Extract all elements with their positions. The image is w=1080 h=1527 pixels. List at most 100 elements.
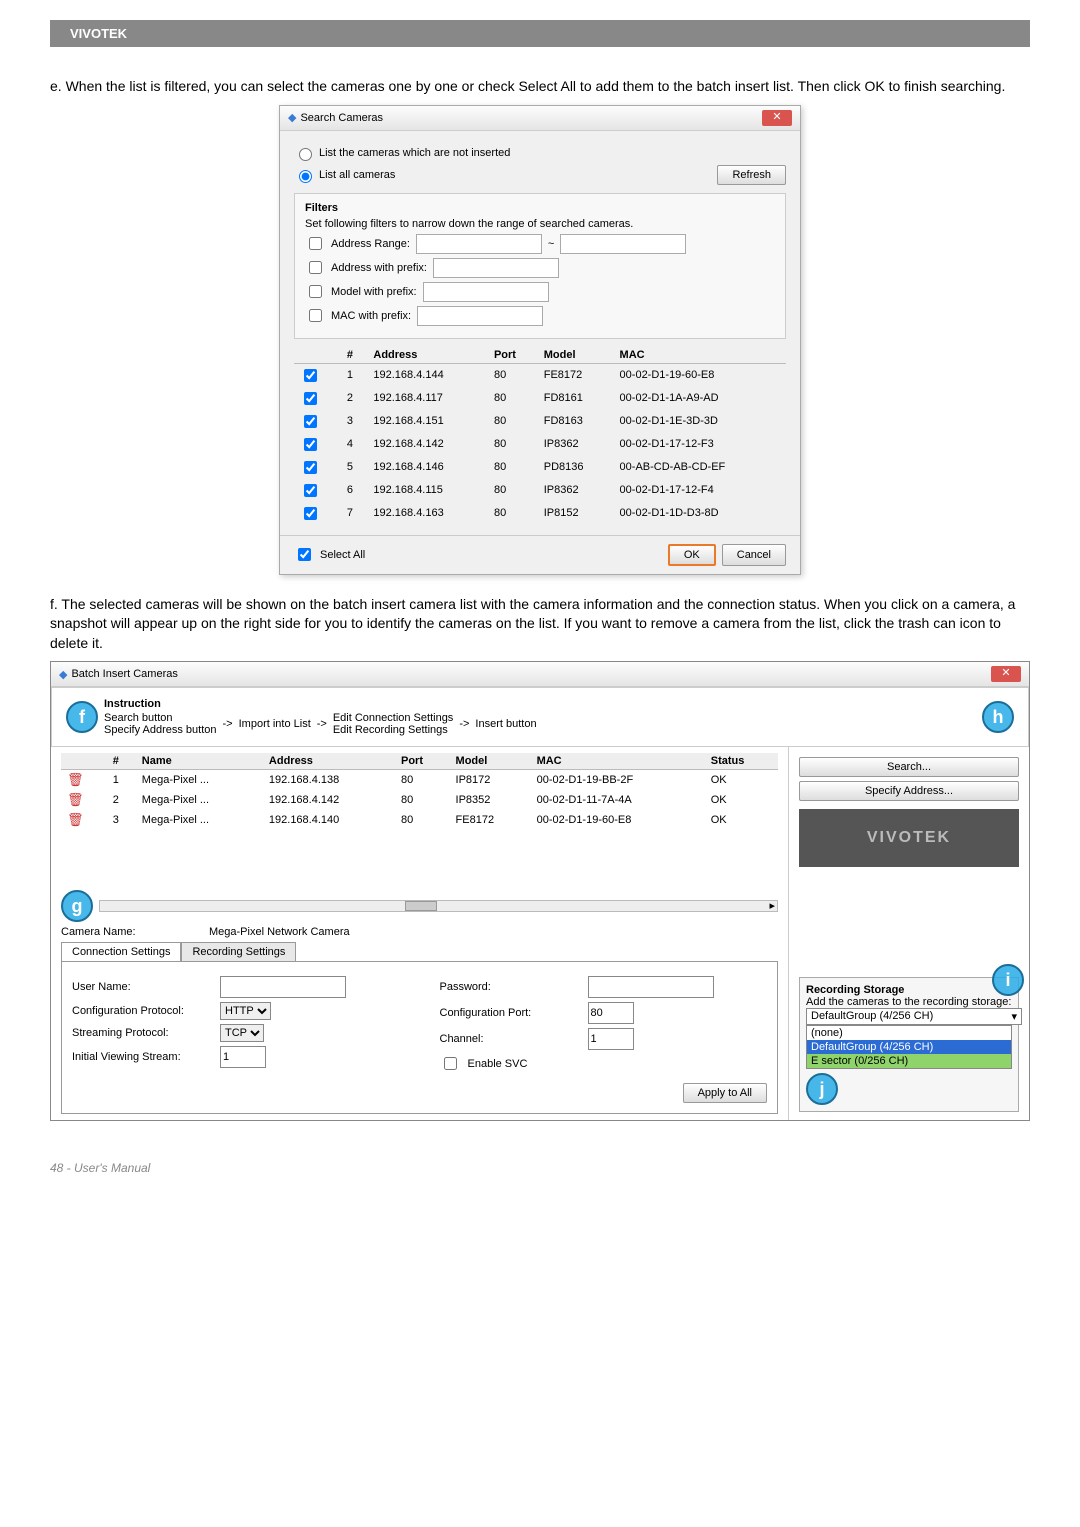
instruction-label: Instruction bbox=[104, 698, 976, 710]
cancel-button[interactable]: Cancel bbox=[722, 544, 786, 566]
password-field[interactable] bbox=[588, 976, 714, 998]
col-num: # bbox=[341, 347, 368, 364]
bcol-port: Port bbox=[395, 753, 450, 770]
stream-protocol-select[interactable]: TCP bbox=[220, 1024, 264, 1042]
filters-title: Filters bbox=[305, 202, 775, 214]
addr-range-to[interactable] bbox=[560, 234, 686, 254]
chk-enable-svc[interactable] bbox=[444, 1057, 457, 1070]
cameras-table: # Address Port Model MAC 1192.168.4.1448… bbox=[294, 347, 786, 525]
chk-address-prefix[interactable] bbox=[309, 261, 322, 274]
batch-insert-dialog: ◆ Batch Insert Cameras ✕ f Instruction S… bbox=[50, 661, 1030, 1121]
trash-icon[interactable]: 🗑 bbox=[67, 812, 84, 827]
radio-all-label: List all cameras bbox=[319, 169, 395, 181]
storage-option[interactable]: E sector (0/256 CH) bbox=[807, 1054, 1011, 1068]
flow-edit-conn: Edit Connection Settings bbox=[333, 712, 453, 724]
close-icon[interactable]: ✕ bbox=[991, 666, 1021, 682]
table-row[interactable]: 🗑1Mega-Pixel ...192.168.4.13880IP817200-… bbox=[61, 770, 778, 791]
chk-mac-prefix[interactable] bbox=[309, 309, 322, 322]
storage-dropdown[interactable]: (none) DefaultGroup (4/256 CH) E sector … bbox=[806, 1025, 1012, 1069]
table-row[interactable]: 6192.168.4.11580IP836200-02-D1-17-12-F4 bbox=[294, 479, 786, 502]
col-mac: MAC bbox=[614, 347, 786, 364]
table-row[interactable]: 5192.168.4.14680PD813600-AB-CD-AB-CD-EF bbox=[294, 456, 786, 479]
page-footer: 48 - User's Manual bbox=[50, 1161, 1030, 1175]
bcol-status: Status bbox=[705, 753, 778, 770]
snapshot-preview: VIVOTEK bbox=[799, 809, 1019, 867]
specify-address-button[interactable]: Specify Address... bbox=[799, 781, 1019, 801]
conf-protocol-select[interactable]: HTTP bbox=[220, 1002, 271, 1020]
arrow-icon: -> bbox=[459, 718, 469, 730]
table-row[interactable]: 🗑2Mega-Pixel ...192.168.4.14280IP835200-… bbox=[61, 790, 778, 810]
addr-range-from[interactable] bbox=[416, 234, 542, 254]
table-row[interactable]: 7192.168.4.16380IP815200-02-D1-1D-D3-8D bbox=[294, 502, 786, 525]
marker-i: i bbox=[992, 964, 1024, 996]
storage-option[interactable]: DefaultGroup (4/256 CH) bbox=[807, 1040, 1011, 1054]
dialog-title-text: Search Cameras bbox=[300, 112, 383, 124]
search-button[interactable]: Search... bbox=[799, 757, 1019, 777]
row-checkbox[interactable] bbox=[304, 369, 317, 382]
col-port: Port bbox=[488, 347, 538, 364]
chk-model-prefix[interactable] bbox=[309, 285, 322, 298]
select-all-checkbox[interactable] bbox=[298, 548, 311, 561]
recording-storage-box: i Recording Storage Add the cameras to t… bbox=[799, 977, 1019, 1112]
paragraph-e: e. When the list is filtered, you can se… bbox=[50, 77, 1030, 97]
ok-button[interactable]: OK bbox=[668, 544, 716, 566]
radio-not-inserted-label: List the cameras which are not inserted bbox=[319, 147, 510, 159]
table-row[interactable]: 4192.168.4.14280IP836200-02-D1-17-12-F3 bbox=[294, 433, 786, 456]
lbl-password: Password: bbox=[440, 981, 580, 993]
conf-port-stepper[interactable] bbox=[588, 1002, 634, 1024]
lbl-model-prefix: Model with prefix: bbox=[331, 286, 417, 298]
channel-stepper[interactable] bbox=[588, 1028, 634, 1050]
radio-all[interactable] bbox=[299, 170, 312, 183]
search-cameras-dialog: ◆ Search Cameras ✕ List the cameras whic… bbox=[279, 105, 801, 575]
model-prefix-input[interactable] bbox=[423, 282, 549, 302]
row-checkbox[interactable] bbox=[304, 392, 317, 405]
row-checkbox[interactable] bbox=[304, 507, 317, 520]
camera-name-label: Camera Name: bbox=[61, 926, 201, 938]
flow-import: Import into List bbox=[239, 718, 311, 730]
radio-not-inserted[interactable] bbox=[299, 148, 312, 161]
select-all-label: Select All bbox=[320, 549, 365, 561]
row-checkbox[interactable] bbox=[304, 438, 317, 451]
lbl-enable-svc: Enable SVC bbox=[468, 1058, 528, 1070]
chevron-right-icon[interactable]: ▸ bbox=[769, 899, 775, 912]
marker-f: f bbox=[66, 701, 98, 733]
app-icon: ◆ bbox=[59, 668, 67, 681]
row-checkbox[interactable] bbox=[304, 415, 317, 428]
filters-desc: Set following filters to narrow down the… bbox=[305, 218, 775, 230]
user-name-field[interactable] bbox=[220, 976, 346, 998]
lbl-channel: Channel: bbox=[440, 1033, 580, 1045]
chk-address-range[interactable] bbox=[309, 237, 322, 250]
addr-prefix-input[interactable] bbox=[433, 258, 559, 278]
table-row[interactable]: 3192.168.4.15180FD816300-02-D1-1E-3D-3D bbox=[294, 410, 786, 433]
storage-select[interactable]: DefaultGroup (4/256 CH) ▾ bbox=[806, 1008, 1022, 1025]
recording-storage-desc: Add the cameras to the recording storage… bbox=[806, 996, 1012, 1008]
table-row[interactable]: 🗑3Mega-Pixel ...192.168.4.14080FE817200-… bbox=[61, 810, 778, 830]
tab-connection-settings[interactable]: Connection Settings bbox=[61, 942, 181, 961]
col-model: Model bbox=[538, 347, 614, 364]
scrollbar[interactable]: ▸ bbox=[99, 900, 778, 912]
table-row[interactable]: 1192.168.4.14480FE817200-02-D1-19-60-E8 bbox=[294, 363, 786, 387]
trash-icon[interactable]: 🗑 bbox=[67, 772, 84, 787]
flow-insert-button: Insert button bbox=[475, 718, 536, 730]
range-sep: ~ bbox=[548, 238, 554, 250]
storage-option[interactable]: (none) bbox=[807, 1026, 1011, 1040]
marker-j: j bbox=[806, 1073, 838, 1105]
close-icon[interactable]: ✕ bbox=[762, 110, 792, 126]
filters-group: Filters Set following filters to narrow … bbox=[294, 193, 786, 339]
apply-to-all-button[interactable]: Apply to All bbox=[683, 1083, 767, 1103]
flow-search-button: Search button bbox=[104, 712, 217, 724]
col-address: Address bbox=[367, 347, 488, 364]
row-checkbox[interactable] bbox=[304, 461, 317, 474]
row-checkbox[interactable] bbox=[304, 484, 317, 497]
mac-prefix-input[interactable] bbox=[417, 306, 543, 326]
init-view-stepper[interactable] bbox=[220, 1046, 266, 1068]
lbl-conf-protocol: Configuration Protocol: bbox=[72, 1005, 212, 1017]
bcol-name: Name bbox=[136, 753, 263, 770]
tab-recording-settings[interactable]: Recording Settings bbox=[181, 942, 296, 961]
batch-title-text: Batch Insert Cameras bbox=[71, 668, 177, 680]
trash-icon[interactable]: 🗑 bbox=[67, 792, 84, 807]
lbl-stream-protocol: Streaming Protocol: bbox=[72, 1027, 212, 1039]
refresh-button[interactable]: Refresh bbox=[717, 165, 786, 185]
arrow-icon: -> bbox=[317, 718, 327, 730]
table-row[interactable]: 2192.168.4.11780FD816100-02-D1-1A-A9-AD bbox=[294, 387, 786, 410]
